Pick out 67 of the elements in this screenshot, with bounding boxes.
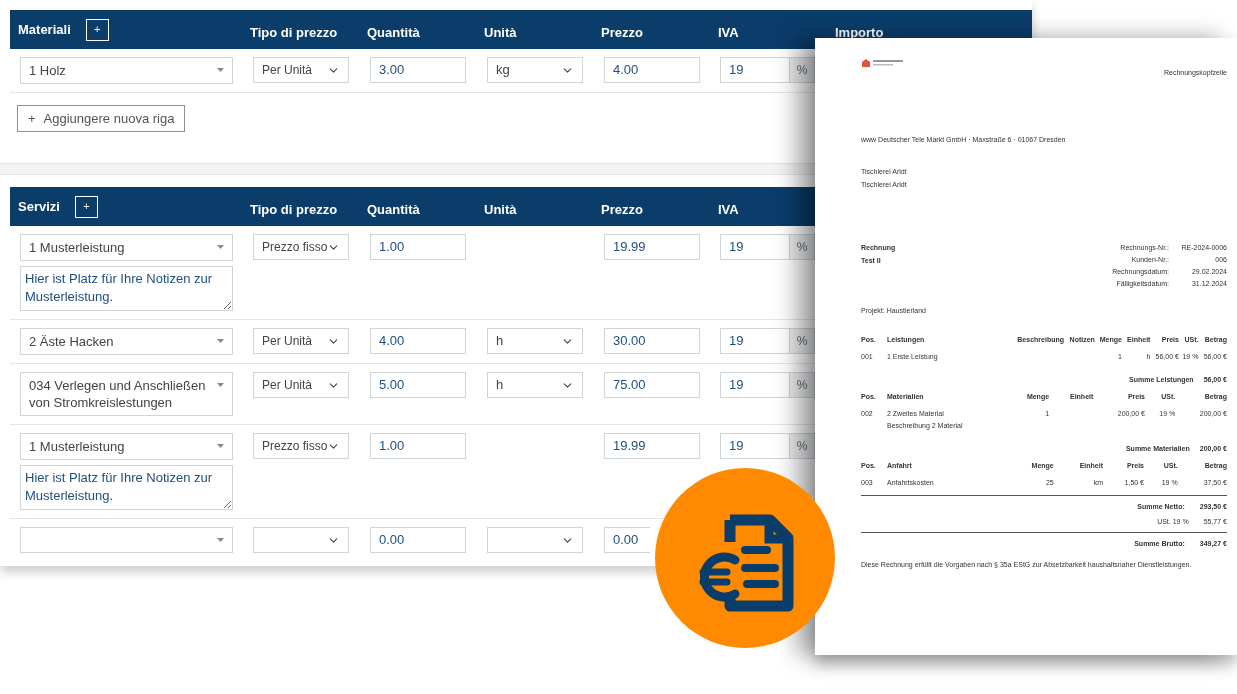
- notes-field[interactable]: Hier ist Platz für Ihre Notizen zur Musterleistung.: [20, 465, 233, 510]
- unit-select[interactable]: h: [487, 372, 583, 398]
- notes-field[interactable]: Hier ist Platz für Ihre Notizen zur Musterleistung.: [20, 266, 233, 311]
- item-select[interactable]: 034 Verlegen und Anschließen von Stromkreislestungen: [20, 372, 233, 416]
- column-header: Unità: [484, 200, 518, 219]
- vat-input-group[interactable]: 19 %: [720, 372, 815, 398]
- vat-field[interactable]: 19: [720, 234, 790, 260]
- quantity-field[interactable]: 1.00: [370, 433, 466, 459]
- percent-addon: %: [790, 433, 815, 459]
- add-section-button[interactable]: +: [85, 18, 109, 41]
- vat-field[interactable]: 19: [720, 57, 790, 83]
- item-select[interactable]: 2 Äste Hacken: [20, 328, 233, 355]
- percent-addon: %: [790, 372, 815, 398]
- vat-field[interactable]: 19: [720, 328, 790, 354]
- column-header: IVA: [718, 200, 740, 219]
- caret-icon: [217, 538, 224, 542]
- item-select[interactable]: 1 Holz: [20, 57, 233, 84]
- quantity-field[interactable]: 1.00: [370, 234, 466, 260]
- unit-select[interactable]: kg: [487, 57, 583, 83]
- column-header: Unità: [484, 23, 518, 42]
- price-field[interactable]: 30.00: [604, 328, 700, 354]
- caret-icon: [217, 444, 224, 448]
- price-field[interactable]: 19.99: [604, 433, 700, 459]
- price-type-select[interactable]: [253, 527, 349, 553]
- quantity-field[interactable]: 0.00: [370, 527, 466, 553]
- column-header: Importo: [835, 23, 885, 42]
- caret-icon: [217, 339, 224, 343]
- quantity-field[interactable]: 3.00: [370, 57, 466, 83]
- percent-addon: %: [790, 57, 815, 83]
- price-type-select[interactable]: Per Unità: [253, 328, 349, 354]
- price-type-select[interactable]: Per Unità: [253, 57, 349, 83]
- column-header: IVA: [718, 23, 740, 42]
- column-header: Tipo di prezzo: [250, 23, 339, 42]
- quantity-field[interactable]: 5.00: [370, 372, 466, 398]
- item-select[interactable]: 1 Musterleistung: [20, 433, 233, 460]
- percent-addon: %: [790, 328, 815, 354]
- vat-input-group[interactable]: 19 %: [720, 433, 815, 459]
- caret-icon: [217, 245, 224, 249]
- section-title: Servizi: [18, 197, 60, 216]
- caret-icon: [217, 68, 224, 72]
- column-header: Prezzo: [601, 23, 644, 42]
- unit-select[interactable]: h: [487, 328, 583, 354]
- vat-input-group[interactable]: 19 %: [720, 57, 815, 83]
- price-type-select[interactable]: Per Unità: [253, 372, 349, 398]
- vat-input-group[interactable]: 19 %: [720, 328, 815, 354]
- column-header: Tipo di prezzo: [250, 200, 339, 219]
- percent-addon: %: [790, 234, 815, 260]
- column-header: Quantità: [367, 200, 421, 219]
- price-type-select[interactable]: Prezzo fisso: [253, 234, 349, 260]
- vat-field[interactable]: 19: [720, 372, 790, 398]
- price-type-select[interactable]: Prezzo fisso: [253, 433, 349, 459]
- item-select[interactable]: 1 Musterleistung: [20, 234, 233, 261]
- column-header: Prezzo: [601, 200, 644, 219]
- add-row-button[interactable]: + Aggiungere nuova riga: [17, 105, 186, 132]
- unit-select[interactable]: [487, 527, 583, 553]
- vat-field[interactable]: 19: [720, 433, 790, 459]
- caret-icon: [217, 383, 224, 387]
- price-field[interactable]: 75.00: [604, 372, 700, 398]
- quantity-field[interactable]: 4.00: [370, 328, 466, 354]
- section-title: Materiali: [18, 20, 71, 39]
- price-field[interactable]: 0.00: [604, 527, 650, 553]
- price-field[interactable]: 4.00: [604, 57, 700, 83]
- add-section-button[interactable]: +: [74, 195, 98, 218]
- price-field[interactable]: 19.99: [604, 234, 700, 260]
- column-header: Quantità: [367, 23, 421, 42]
- vat-input-group[interactable]: 19 %: [720, 234, 815, 260]
- item-select[interactable]: [20, 527, 233, 553]
